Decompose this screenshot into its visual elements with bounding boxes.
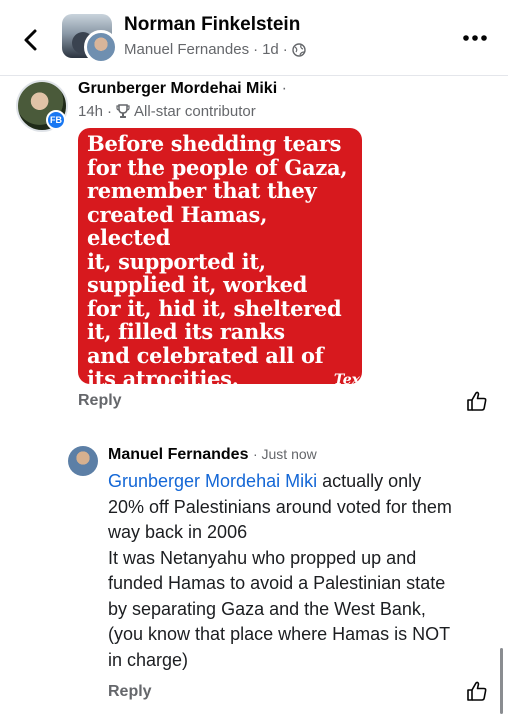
reply-body: Grunberger Mordehai Miki actually only 2… [108, 469, 498, 673]
avatar-badge: FB [46, 110, 66, 130]
reply-line: way back in 2006 [108, 522, 248, 542]
post-subtitle: Manuel Fernandes · 1d · [124, 41, 306, 58]
mention-link[interactable]: Grunberger Mordehai Miki [108, 471, 317, 491]
like-icon[interactable] [466, 680, 488, 702]
comment-author[interactable]: Grunberger Mordehai Miki · [78, 80, 287, 98]
separator-dot: · [252, 446, 262, 462]
comment-image-text: Before shedding tears for the people of … [87, 131, 348, 384]
reply-time[interactable]: Just now [262, 446, 317, 462]
reply-line: by separating Gaza and the West Bank, [108, 598, 426, 619]
globe-icon [292, 42, 306, 57]
reply-line: It was Netanyahu who propped up and [108, 547, 417, 568]
reply-author-avatar[interactable] [68, 446, 98, 476]
reply-line: Grunberger Mordehai Miki actually only [108, 469, 498, 495]
chevron-left-icon [24, 29, 37, 51]
reply-line: (you know that place where Hamas is NOT [108, 624, 451, 644]
more-options-button[interactable] [460, 26, 490, 50]
back-button[interactable] [14, 22, 46, 58]
comment-author-name[interactable]: Grunberger Mordehai Miki [78, 80, 277, 97]
comment-time[interactable]: 14h [78, 103, 103, 120]
comment-meta: 14h · All-star contributor [78, 103, 256, 120]
like-icon[interactable] [466, 390, 488, 412]
reply-line: 20% off Palestinians around voted for th… [108, 496, 452, 517]
reply-line: in charge) [108, 649, 189, 670]
comment-image[interactable]: Before shedding tears for the people of … [78, 128, 362, 384]
separator-dot: · [282, 41, 288, 58]
reply-line: funded Hamas to avoid a Palestinian stat… [108, 573, 446, 593]
page-title[interactable]: Norman Finkelstein [124, 14, 300, 36]
reply-author-name[interactable]: Manuel Fernandes [108, 446, 248, 463]
image-watermark: Tex [333, 372, 360, 384]
contributor-badge[interactable]: All-star contributor [134, 103, 256, 120]
scrollbar[interactable] [500, 648, 503, 714]
trophy-icon [116, 104, 130, 118]
separator-dot: · [281, 80, 287, 97]
post-author-avatar[interactable] [84, 30, 118, 64]
more-horizontal-icon [463, 35, 487, 41]
post-author-name[interactable]: Manuel Fernandes [124, 41, 249, 58]
separator-dot: · [107, 103, 113, 120]
reply-author: Manuel Fernandes · Just now [108, 446, 317, 464]
reply-text: actually only [317, 471, 422, 491]
reply-button[interactable]: Reply [78, 392, 122, 410]
post-header: Norman Finkelstein Manuel Fernandes · 1d… [0, 0, 508, 76]
separator-dot: · [253, 41, 259, 58]
post-time[interactable]: 1d [262, 41, 279, 58]
reply-button[interactable]: Reply [108, 683, 152, 701]
